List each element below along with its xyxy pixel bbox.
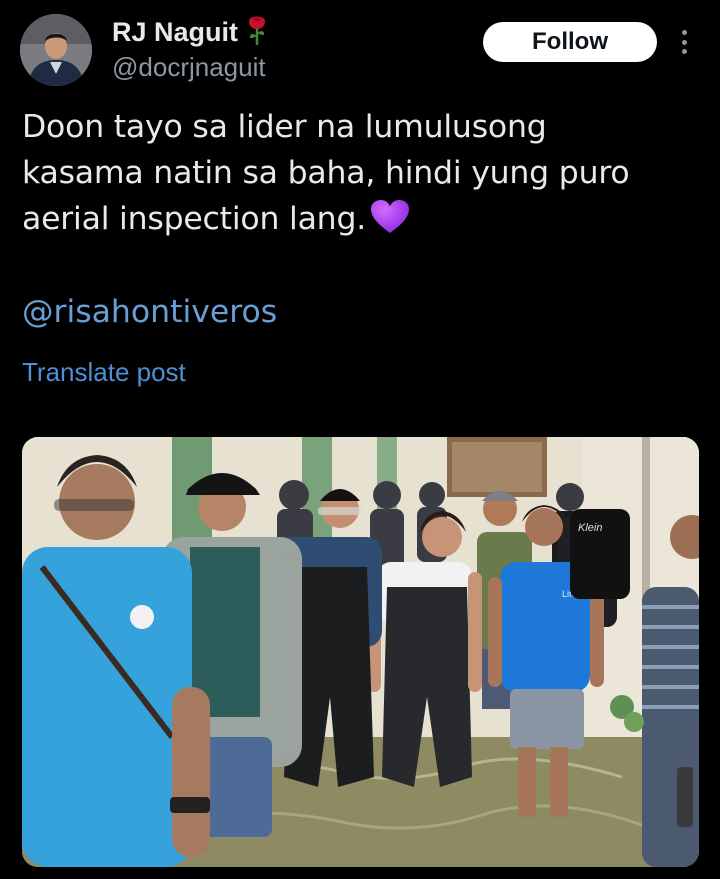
post-photo[interactable]: Life Klein xyxy=(22,437,699,867)
purple-heart-icon xyxy=(370,199,410,248)
author-name-row[interactable]: RJ Naguit xyxy=(112,14,268,50)
more-vertical-icon[interactable] xyxy=(676,26,692,58)
translate-post-link[interactable]: Translate post xyxy=(22,357,186,388)
avatar-photo xyxy=(20,14,92,86)
flood-walk-photo: Life Klein xyxy=(22,437,699,867)
post-text: Doon tayo sa lider na lumulusong kasama … xyxy=(22,104,702,248)
avatar[interactable] xyxy=(20,14,92,86)
author-handle[interactable]: @docrjnaguit xyxy=(112,52,266,83)
author-display-name[interactable]: RJ Naguit xyxy=(112,17,238,48)
rose-emoji-icon xyxy=(246,14,268,50)
shirt-text-klein: Klein xyxy=(578,522,602,534)
follow-button[interactable]: Follow xyxy=(483,22,657,62)
mention-link[interactable]: @risahontiveros xyxy=(22,294,277,330)
post-body: Doon tayo sa lider na lumulusong kasama … xyxy=(22,109,630,237)
